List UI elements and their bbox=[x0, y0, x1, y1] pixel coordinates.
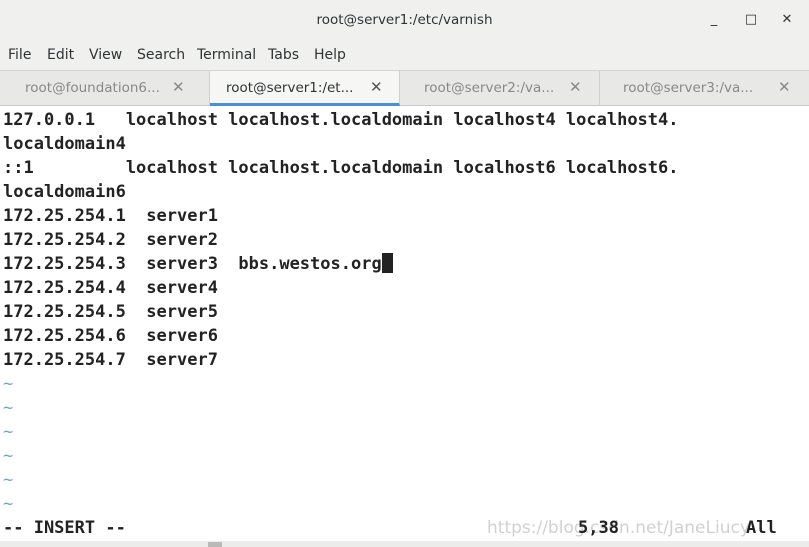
vim-mode-indicator: -- INSERT -- bbox=[3, 518, 126, 538]
text-cursor bbox=[381, 253, 393, 273]
tab-label: root@server1:/et... bbox=[226, 80, 354, 96]
empty-line-tilde: ~ bbox=[3, 470, 14, 490]
scrollbar-thumb[interactable] bbox=[208, 542, 222, 547]
tab-label: root@server3:/va... bbox=[623, 80, 754, 96]
menu-terminal[interactable]: Terminal bbox=[197, 47, 256, 63]
title-bar[interactable]: root@server1:/etc/varnish _ □ ✕ bbox=[0, 0, 809, 42]
terminal-line-cursor-row: 172.25.254.3 server3 bbs.westos.org bbox=[3, 252, 393, 276]
terminal-line: 172.25.254.7 server7 bbox=[3, 350, 218, 370]
terminal-line: 172.25.254.1 server1 bbox=[3, 206, 218, 226]
cursor-position: 5,38 bbox=[578, 518, 619, 538]
tab-server1[interactable]: root@server1:/et... ✕ bbox=[210, 71, 400, 106]
empty-line-tilde: ~ bbox=[3, 446, 14, 466]
terminal-line: 172.25.254.5 server5 bbox=[3, 302, 218, 322]
empty-line-tilde: ~ bbox=[3, 422, 14, 442]
maximize-button[interactable]: □ bbox=[743, 11, 759, 29]
terminal-line: 172.25.254.2 server2 bbox=[3, 230, 218, 250]
scroll-position: All bbox=[746, 518, 777, 538]
empty-line-tilde: ~ bbox=[3, 398, 14, 418]
menu-file[interactable]: File bbox=[8, 47, 31, 63]
terminal-window: root@server1:/etc/varnish _ □ ✕ File Edi… bbox=[0, 0, 809, 547]
tab-close-icon[interactable]: ✕ bbox=[569, 78, 582, 96]
tab-foundation[interactable]: root@foundation6... ✕ bbox=[0, 71, 210, 106]
menu-tabs[interactable]: Tabs bbox=[268, 47, 299, 63]
terminal-line: 172.25.254.3 server3 bbs.westos.org bbox=[3, 254, 382, 274]
close-button[interactable]: ✕ bbox=[779, 11, 795, 29]
tab-label: root@foundation6... bbox=[25, 80, 160, 96]
menu-edit[interactable]: Edit bbox=[47, 47, 74, 63]
menu-view[interactable]: View bbox=[89, 47, 122, 63]
window-title: root@server1:/etc/varnish bbox=[316, 12, 493, 28]
menu-help[interactable]: Help bbox=[314, 47, 346, 63]
tab-server2[interactable]: root@server2:/va... ✕ bbox=[400, 71, 600, 106]
terminal-line: localdomain4 bbox=[3, 134, 126, 154]
tab-close-icon[interactable]: ✕ bbox=[778, 78, 791, 96]
tab-close-icon[interactable]: ✕ bbox=[370, 78, 383, 96]
terminal-line: 172.25.254.4 server4 bbox=[3, 278, 218, 298]
tab-label: root@server2:/va... bbox=[424, 80, 555, 96]
tab-close-icon[interactable]: ✕ bbox=[172, 78, 185, 96]
menu-bar: File Edit View Search Terminal Tabs Help bbox=[0, 42, 809, 70]
minimize-button[interactable]: _ bbox=[706, 11, 722, 29]
empty-line-tilde: ~ bbox=[3, 494, 14, 514]
horizontal-scrollbar[interactable] bbox=[0, 541, 809, 547]
terminal-area[interactable]: 127.0.0.1 localhost localhost.localdomai… bbox=[0, 106, 809, 547]
tab-server3[interactable]: root@server3:/va... ✕ bbox=[600, 71, 809, 106]
empty-line-tilde: ~ bbox=[3, 374, 14, 394]
terminal-line: localdomain6 bbox=[3, 182, 126, 202]
terminal-line: ::1 localhost localhost.localdomain loca… bbox=[3, 158, 679, 178]
terminal-line: 172.25.254.6 server6 bbox=[3, 326, 218, 346]
terminal-line: 127.0.0.1 localhost localhost.localdomai… bbox=[3, 110, 679, 130]
menu-search[interactable]: Search bbox=[137, 47, 185, 63]
tab-bar: root@foundation6... ✕ root@server1:/et..… bbox=[0, 70, 809, 106]
